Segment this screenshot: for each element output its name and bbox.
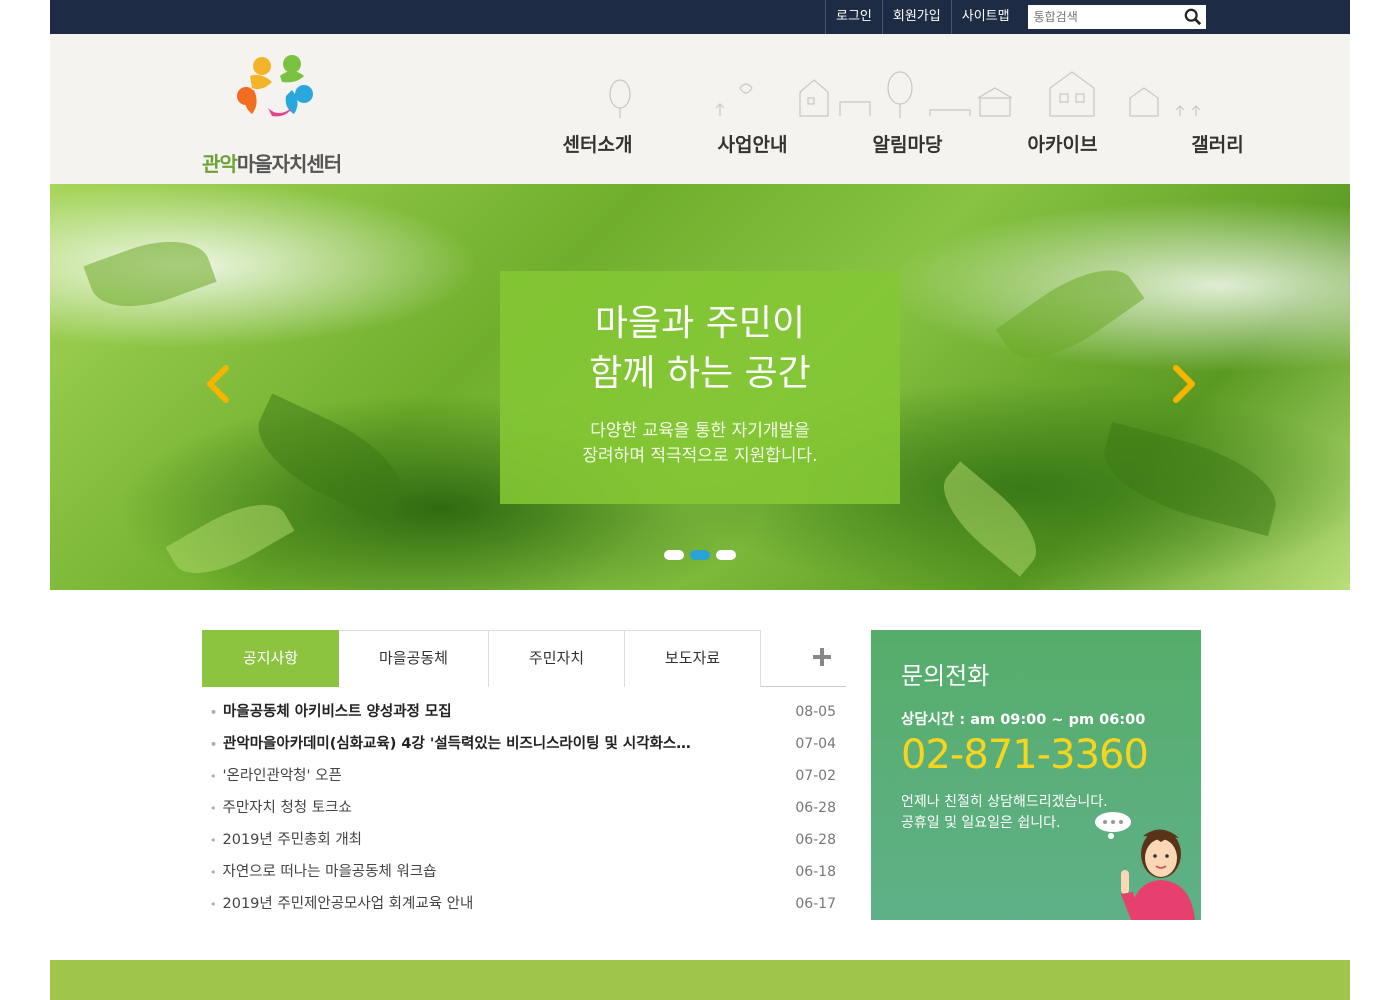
hero-caption-box: 마을과 주민이 함께 하는 공간 다양한 교육을 통한 자기개발을 장려하며 적… [500, 271, 900, 504]
contact-box: 문의전화 상담시간 : am 09:00 ~ pm 06:00 02-871-3… [871, 630, 1201, 920]
list-item[interactable]: 자연으로 떠나는 마을공동체 워크숍 06-18 [210, 856, 837, 888]
logo-emblem-icon [237, 55, 313, 117]
notice-title[interactable]: 관악마을아카데미(심화교육) 4강 '설득력있는 비즈니스라이팅 및 시각화스… [210, 728, 691, 760]
utility-links: 로그인 회원가입 사이트맵 [825, 0, 1206, 34]
hero-title: 마을과 주민이 함께 하는 공간 [589, 303, 811, 394]
more-plus-icon[interactable] [812, 647, 832, 667]
leaf-decoration [995, 249, 1145, 379]
notice-date: 06-28 [795, 832, 836, 848]
notice-title[interactable]: 2019년 주민총회 개최 [210, 824, 363, 856]
slider-prev-arrow-icon[interactable] [202, 364, 232, 404]
tab-press[interactable]: 보도자료 [625, 630, 761, 687]
notice-date: 06-17 [795, 896, 836, 912]
contact-title: 문의전화 [901, 662, 990, 690]
logo-text-part2: 마을자치센터 [236, 152, 342, 176]
leaf-decoration [165, 487, 295, 590]
search-icon[interactable] [1184, 8, 1202, 26]
contact-phone: 02-871-3360 [901, 732, 1149, 778]
search-input[interactable] [1027, 5, 1178, 29]
tab-community[interactable]: 마을공동체 [339, 630, 489, 687]
sitemap-link[interactable]: 사이트맵 [950, 0, 1020, 34]
notice-date: 07-02 [795, 768, 836, 784]
list-item[interactable]: 2019년 주민제안공모사업 회계교육 안내 06-17 [210, 888, 837, 920]
leaf-decoration [83, 225, 217, 323]
notice-title[interactable]: '온라인관악청' 오픈 [210, 760, 342, 792]
main-navigation: 센터소개 사업안내 알림마당 아카이브 갤러리 [520, 130, 1295, 157]
notice-title[interactable]: 자연으로 떠나는 마을공동체 워크숍 [210, 856, 437, 888]
list-item[interactable]: '온라인관악청' 오픈 07-02 [210, 760, 837, 792]
logo-text: 관악마을자치센터 [202, 148, 342, 177]
site-header: 관악마을자치센터 센터소개 사업안내 알림마당 아카이브 갤러리 [50, 34, 1350, 184]
signup-link[interactable]: 회원가입 [881, 0, 951, 34]
contact-hours: 상담시간 : am 09:00 ~ pm 06:00 [901, 712, 1146, 728]
slider-dot-2[interactable] [690, 550, 710, 560]
footer-band [50, 960, 1350, 1000]
slider-next-arrow-icon[interactable] [1170, 364, 1200, 404]
login-link[interactable]: 로그인 [825, 0, 882, 34]
site-logo[interactable]: 관악마을자치센터 [202, 50, 362, 176]
tab-self-governance[interactable]: 주민자치 [489, 630, 625, 687]
contact-description: 언제나 친절히 상담해드리겠습니다. 공휴일 및 일요일은 쉽니다. [901, 794, 1108, 831]
slider-dot-1[interactable] [664, 550, 684, 560]
notice-title[interactable]: 주만자치 청청 토크쇼 [210, 792, 352, 824]
leaf-decoration [1094, 421, 1286, 537]
notice-date: 06-28 [795, 800, 836, 816]
notice-date: 07-04 [795, 736, 836, 752]
notice-title[interactable]: 2019년 주민제안공모사업 회계교육 안내 [210, 888, 474, 920]
list-item[interactable]: 마을공동체 아키비스트 양성과정 모집 08-05 [210, 696, 836, 728]
leaf-decoration [927, 461, 1053, 577]
slider-dot-3[interactable] [716, 550, 736, 560]
board-tabs: 공지사항 마을공동체 주민자치 보도자료 [202, 630, 846, 687]
nav-archive[interactable]: 아카이브 [985, 130, 1140, 157]
list-item[interactable]: 관악마을아카데미(심화교육) 4강 '설득력있는 비즈니스라이팅 및 시각화스…… [210, 728, 836, 760]
notice-title[interactable]: 마을공동체 아키비스트 양성과정 모집 [210, 696, 452, 728]
notice-date: 08-05 [795, 704, 836, 720]
list-item[interactable]: 2019년 주민총회 개최 06-28 [210, 824, 837, 856]
tab-notices[interactable]: 공지사항 [202, 630, 339, 687]
nav-business[interactable]: 사업안내 [675, 130, 830, 157]
notice-date: 06-18 [795, 864, 836, 880]
nav-center-intro[interactable]: 센터소개 [520, 130, 675, 157]
notice-list: 마을공동체 아키비스트 양성과정 모집 08-05 관악마을아카데미(심화교육) … [210, 696, 837, 920]
search-box [1027, 5, 1206, 29]
nav-gallery[interactable]: 갤러리 [1140, 130, 1295, 157]
nav-notice-board[interactable]: 알림마당 [830, 130, 985, 157]
logo-text-part1: 관악 [202, 152, 238, 176]
village-doodle-decoration [609, 71, 1201, 118]
hero-slider: 마을과 주민이 함께 하는 공간 다양한 교육을 통한 자기개발을 장려하며 적… [50, 184, 1350, 590]
slider-pagination [664, 550, 736, 560]
hero-subtitle: 다양한 교육을 통한 자기개발을 장려하며 적극적으로 지원합니다. [582, 421, 818, 466]
consultant-illustration-icon [1095, 812, 1195, 920]
list-item[interactable]: 주만자치 청청 토크쇼 06-28 [210, 792, 837, 824]
